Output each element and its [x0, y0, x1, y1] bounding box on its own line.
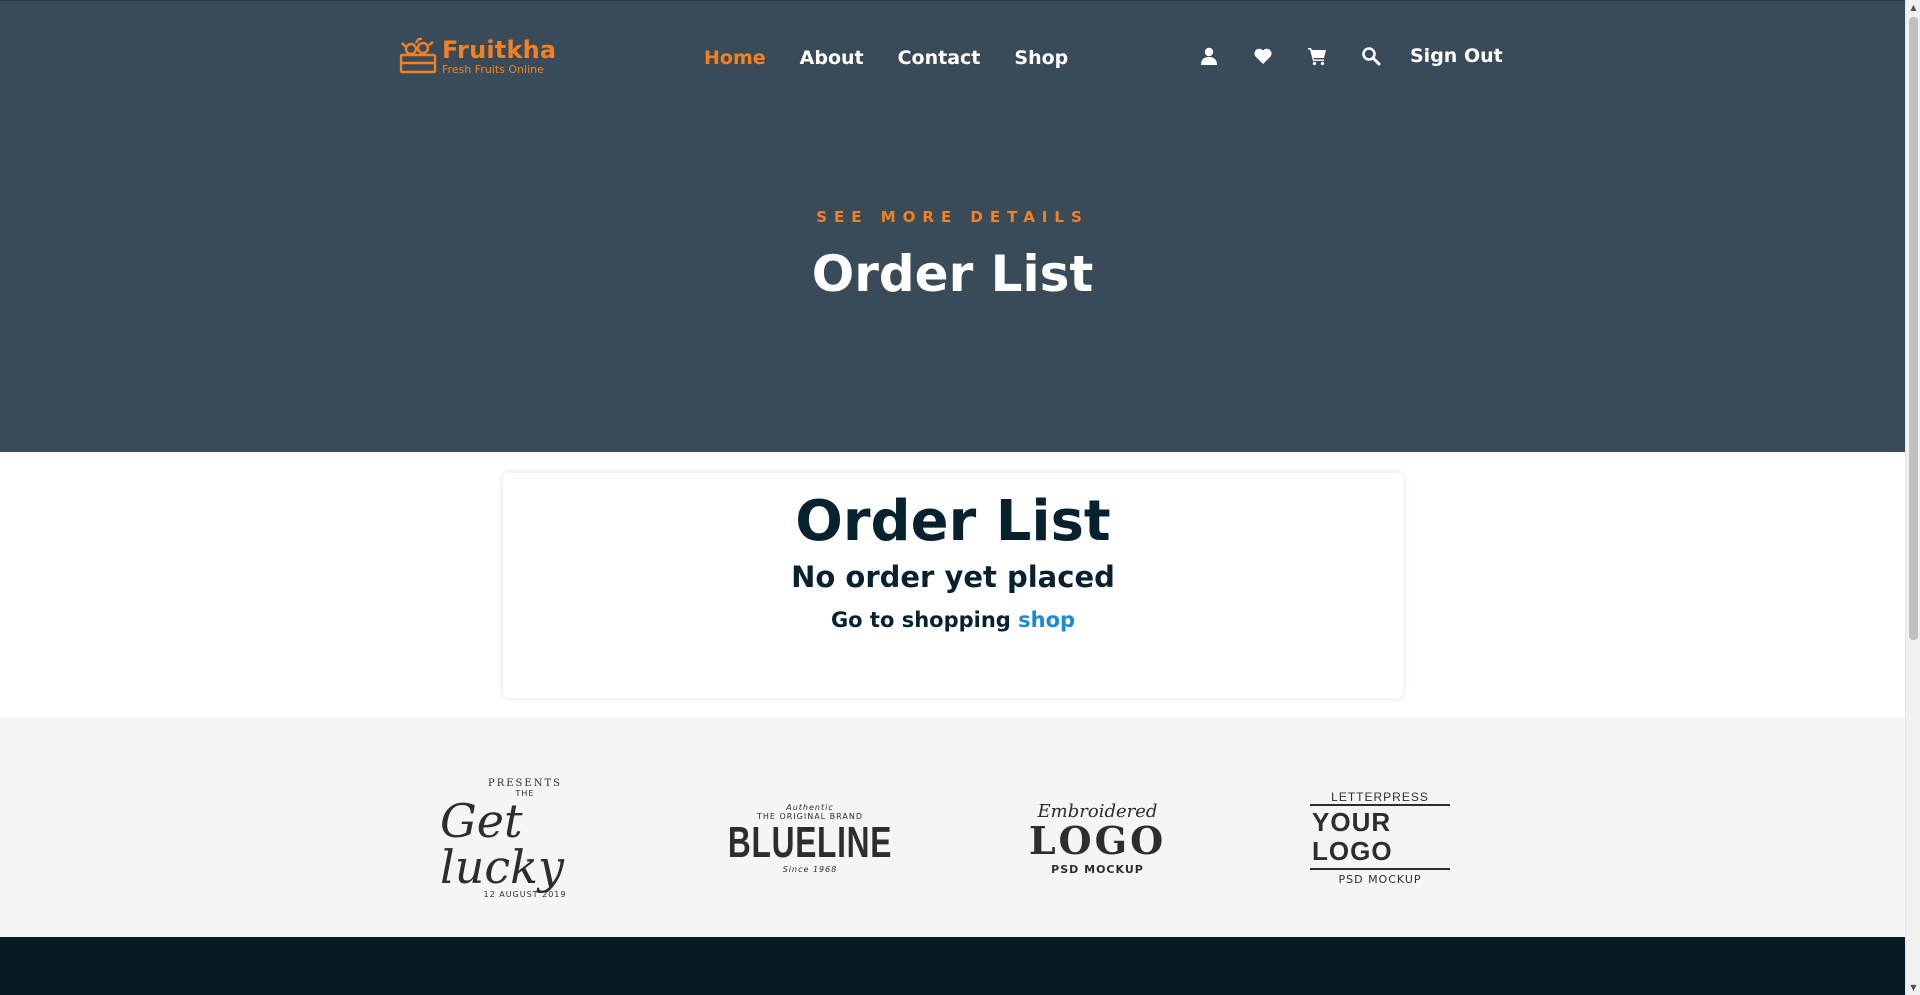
brand-name: Fruitkha	[442, 35, 557, 64]
brand-tagline: Fresh Fruits Online	[442, 62, 544, 76]
fruit-crate-icon	[399, 37, 437, 74]
logo-letterpress: LETTERPRESS YOUR LOGO PSD MOCKUP	[1310, 788, 1450, 888]
hero-section: Fruitkha Fresh Fruits Online Home About …	[0, 0, 1905, 452]
partner-logos: PRESENTS THE Get lucky 12 AUGUST 2019 Au…	[0, 718, 1905, 937]
site-logo[interactable]: Fruitkha Fresh Fruits Online	[398, 37, 556, 75]
nav-home[interactable]: Home	[704, 47, 766, 69]
scrollbar-thumb[interactable]	[1909, 17, 1918, 640]
top-nav: Fruitkha Fresh Fruits Online Home About …	[0, 1, 1905, 117]
order-list-card: Order List No order yet placed Go to sho…	[503, 473, 1403, 698]
nav-contact[interactable]: Contact	[898, 47, 981, 69]
cart-icon[interactable]	[1306, 45, 1328, 67]
shop-cta: Go to shopping shop	[503, 608, 1403, 632]
footer	[0, 937, 1905, 995]
user-icon[interactable]	[1198, 45, 1220, 67]
hero-subtitle: SEE MORE DETAILS	[816, 208, 1089, 226]
vertical-scrollbar[interactable]: ▲ ▼	[1905, 0, 1920, 995]
scroll-up-arrow-icon[interactable]: ▲	[1906, 0, 1920, 15]
heart-icon[interactable]	[1252, 45, 1274, 67]
search-icon[interactable]	[1360, 45, 1382, 67]
logo-get-lucky: PRESENTS THE Get lucky 12 AUGUST 2019	[440, 777, 567, 899]
shop-cta-text: Go to shopping	[830, 608, 1011, 632]
scroll-down-arrow-icon[interactable]: ▼	[1906, 980, 1920, 995]
header-tools: Sign Out	[1198, 45, 1503, 67]
logo-embroidered: Embroidered LOGO PSD MOCKUP	[1028, 800, 1167, 876]
hero-title: Order List	[811, 245, 1094, 303]
sign-out-link[interactable]: Sign Out	[1410, 45, 1503, 67]
empty-orders-message: No order yet placed	[791, 560, 1115, 594]
nav-about[interactable]: About	[800, 47, 864, 69]
order-list-heading: Order List	[795, 489, 1111, 554]
shop-link[interactable]: shop	[1018, 608, 1075, 632]
main-menu: Home About Contact Shop	[704, 47, 1102, 69]
nav-shop[interactable]: Shop	[1014, 47, 1068, 69]
page: Fruitkha Fresh Fruits Online Home About …	[0, 0, 1905, 995]
logo-blueline: Authentic THE ORIGINAL BRAND BLUELINE Si…	[727, 802, 893, 874]
